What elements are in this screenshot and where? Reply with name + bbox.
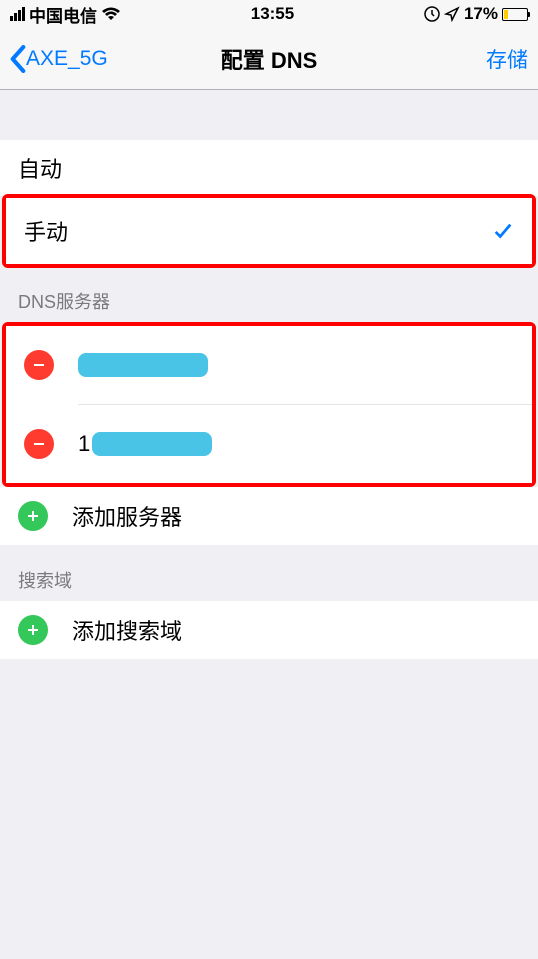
- checkmark-icon: [492, 220, 514, 242]
- mode-manual-label: 手动: [24, 215, 68, 247]
- remove-server-2-button[interactable]: [24, 429, 54, 459]
- add-server-row[interactable]: 添加服务器: [0, 487, 538, 545]
- location-icon: [444, 6, 460, 22]
- minus-icon: [31, 436, 47, 452]
- minus-icon: [31, 357, 47, 373]
- status-bar: 中国电信 13:55 17%: [0, 0, 538, 28]
- add-search-domain-row[interactable]: 添加搜索域: [0, 601, 538, 659]
- wifi-icon: [101, 7, 121, 21]
- dns-server-row-2[interactable]: 1: [6, 405, 532, 483]
- dns-server-row-1[interactable]: [6, 326, 532, 404]
- save-button[interactable]: 存储: [486, 44, 528, 74]
- plus-icon: [25, 622, 41, 638]
- highlight-servers: 1: [2, 322, 536, 487]
- redacted-marker: [78, 353, 208, 377]
- add-search-domain-button[interactable]: [18, 615, 48, 645]
- battery-icon: [502, 8, 528, 21]
- mode-auto-label: 自动: [18, 152, 62, 184]
- add-server-button[interactable]: [18, 501, 48, 531]
- back-button[interactable]: AXE_5G: [10, 45, 108, 73]
- highlight-manual: 手动: [2, 194, 536, 268]
- carrier-label: 中国电信: [29, 2, 97, 27]
- mode-auto-row[interactable]: 自动: [0, 140, 538, 196]
- remove-server-1-button[interactable]: [24, 350, 54, 380]
- chevron-left-icon: [10, 45, 26, 73]
- battery-pct: 17%: [464, 4, 498, 24]
- mode-manual-row[interactable]: 手动: [6, 198, 532, 264]
- back-label: AXE_5G: [26, 47, 108, 71]
- plus-icon: [25, 508, 41, 524]
- spacer: [0, 90, 538, 140]
- redacted-marker: [92, 432, 212, 456]
- status-right: 17%: [424, 4, 528, 24]
- nav-bar: AXE_5G 配置 DNS 存储: [0, 28, 538, 90]
- add-server-label: 添加服务器: [72, 500, 182, 532]
- add-search-domain-label: 添加搜索域: [72, 614, 182, 646]
- dns-server-1-value: [78, 353, 208, 377]
- status-time: 13:55: [251, 4, 294, 24]
- dns-server-2-value: 1: [78, 431, 212, 457]
- status-left: 中国电信: [10, 2, 121, 27]
- mode-list: 自动: [0, 140, 538, 196]
- search-section-header: 搜索域: [0, 545, 538, 601]
- dns-section-header: DNS服务器: [0, 266, 538, 322]
- rotation-lock-icon: [424, 6, 440, 22]
- signal-icon: [10, 7, 25, 21]
